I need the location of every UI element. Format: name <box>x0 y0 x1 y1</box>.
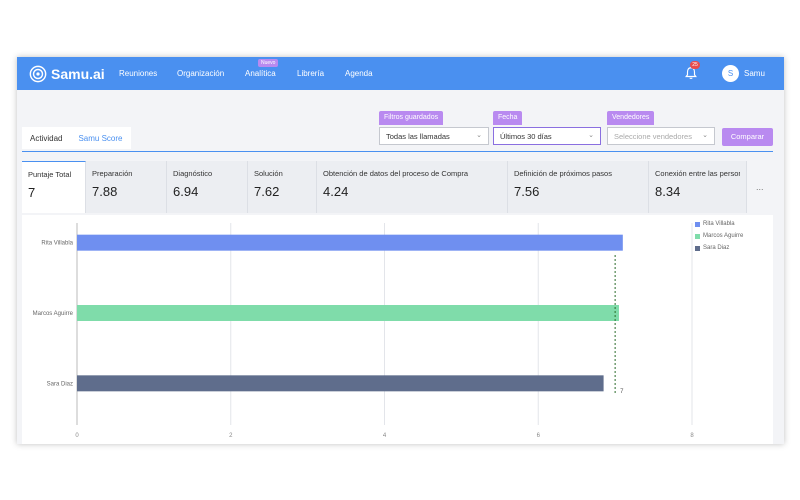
score-card-value: 7.56 <box>514 184 540 199</box>
saved-filters-value: Todas las llamadas <box>386 132 450 141</box>
score-card-label: Solución <box>254 169 283 178</box>
score-card-value: 7.88 <box>92 184 118 199</box>
score-card-value: 4.24 <box>323 184 349 199</box>
y-category-label: Rita Villabla <box>41 241 73 247</box>
bar <box>77 234 623 251</box>
more-cards-button[interactable]: ... <box>756 182 764 192</box>
user-name[interactable]: Samu <box>744 69 765 78</box>
reference-line-label: 7 <box>620 389 624 395</box>
tab-actividad[interactable]: Actividad <box>22 127 71 149</box>
score-card-conexion[interactable]: Conexión entre las persor 8.34 <box>649 161 747 213</box>
legend-label: Sara Diaz <box>703 245 730 251</box>
legend-item[interactable]: Sara Diaz <box>695 245 743 251</box>
score-card-label: Puntaje Total <box>28 170 72 179</box>
notification-count-badge: 25 <box>690 61 700 69</box>
score-bar-chart: 0 2 4 6 8 Rita Villabla Marcos Aguirre Sara Dia… <box>33 223 694 439</box>
y-category-label: Sara Diaz <box>47 381 73 387</box>
nav-organizacion[interactable]: Organización <box>177 69 224 78</box>
x-tick-label: 4 <box>383 433 387 439</box>
samu-logo-icon <box>29 65 47 83</box>
chevron-down-icon: ⌄ <box>588 132 594 139</box>
tab-samu-score[interactable]: Samu Score <box>70 127 131 149</box>
score-card-preparacion[interactable]: Preparación 7.88 <box>86 161 167 213</box>
x-tick-label: 6 <box>537 433 541 439</box>
sellers-filter-select[interactable]: Seleccione vendedores ⌄ <box>607 127 715 145</box>
chart-panel: 0 2 4 6 8 Rita Villabla Marcos Aguirre Sara Dia… <box>22 215 773 444</box>
date-filter-value: Últimos 30 días <box>500 132 552 141</box>
tab-underline <box>22 151 773 152</box>
score-card-diagnostico[interactable]: Diagnóstico 6.94 <box>167 161 248 213</box>
score-card-value: 8.34 <box>655 184 681 199</box>
date-filter-select[interactable]: Últimos 30 días ⌄ <box>493 127 601 145</box>
tab-bar: Actividad Samu Score <box>22 127 131 149</box>
legend-swatch <box>695 221 700 227</box>
date-filter-label: Fecha <box>493 111 523 125</box>
score-card-solucion[interactable]: Solución 7.62 <box>248 161 317 213</box>
nav-libreria[interactable]: Librería <box>297 69 324 78</box>
bar <box>77 375 604 392</box>
compare-button[interactable]: Comparar <box>722 128 773 146</box>
score-card-proximos-pasos[interactable]: Definición de próximos pasos 7.56 <box>508 161 649 213</box>
score-card-label: Obtención de datos del proceso de Compra <box>323 169 469 178</box>
score-card-value: 7 <box>28 185 36 200</box>
app-name: Samu.ai <box>51 66 105 82</box>
y-category-label: Marcos Aguirre <box>33 311 74 317</box>
chevron-down-icon: ⌄ <box>476 132 482 139</box>
top-navbar: Samu.ai Reuniones Organización Analítica… <box>17 57 784 90</box>
saved-filters-label: Filtros guardados <box>379 111 444 125</box>
score-card-label: Definición de próximos pasos <box>514 169 612 178</box>
app-window: Samu.ai Reuniones Organización Analítica… <box>17 57 784 444</box>
legend-item[interactable]: Rita Villabla <box>695 221 743 227</box>
legend-label: Marcos Aguirre <box>703 233 744 239</box>
saved-filters-select[interactable]: Todas las llamadas ⌄ <box>379 127 489 145</box>
nav-reuniones[interactable]: Reuniones <box>119 69 157 78</box>
score-card-label: Diagnóstico <box>173 169 213 178</box>
x-tick-label: 2 <box>229 433 233 439</box>
x-tick-label: 0 <box>75 433 79 439</box>
x-tick-label: 8 <box>690 433 694 439</box>
score-cards: Puntaje Total 7 Preparación 7.88 Diagnós… <box>22 161 747 213</box>
score-card-value: 7.62 <box>254 184 280 199</box>
score-card-label: Conexión entre las persor <box>655 169 740 178</box>
legend-item[interactable]: Marcos Aguirre <box>695 233 743 239</box>
sellers-filter-placeholder: Seleccione vendedores <box>614 132 692 141</box>
score-card-value: 6.94 <box>173 184 199 199</box>
score-card-obtencion-datos[interactable]: Obtención de datos del proceso de Compra… <box>317 161 508 213</box>
score-card-label: Preparación <box>92 169 133 178</box>
new-badge: Nuevo <box>258 59 279 67</box>
bar <box>77 305 619 321</box>
score-card-puntaje-total[interactable]: Puntaje Total 7 <box>22 161 86 213</box>
chevron-down-icon: ⌄ <box>702 132 708 139</box>
legend-swatch <box>695 245 700 251</box>
sellers-filter-label: Vendedores <box>607 111 655 125</box>
logo[interactable]: Samu.ai <box>29 65 105 83</box>
legend-label: Rita Villabla <box>703 221 735 227</box>
chart-legend: Rita Villabla Marcos Aguirre Sara Diaz <box>695 221 743 257</box>
avatar[interactable]: S <box>722 65 739 82</box>
legend-swatch <box>695 233 700 239</box>
nav-agenda[interactable]: Agenda <box>345 69 373 78</box>
nav-analitica[interactable]: Analítica <box>245 69 276 78</box>
